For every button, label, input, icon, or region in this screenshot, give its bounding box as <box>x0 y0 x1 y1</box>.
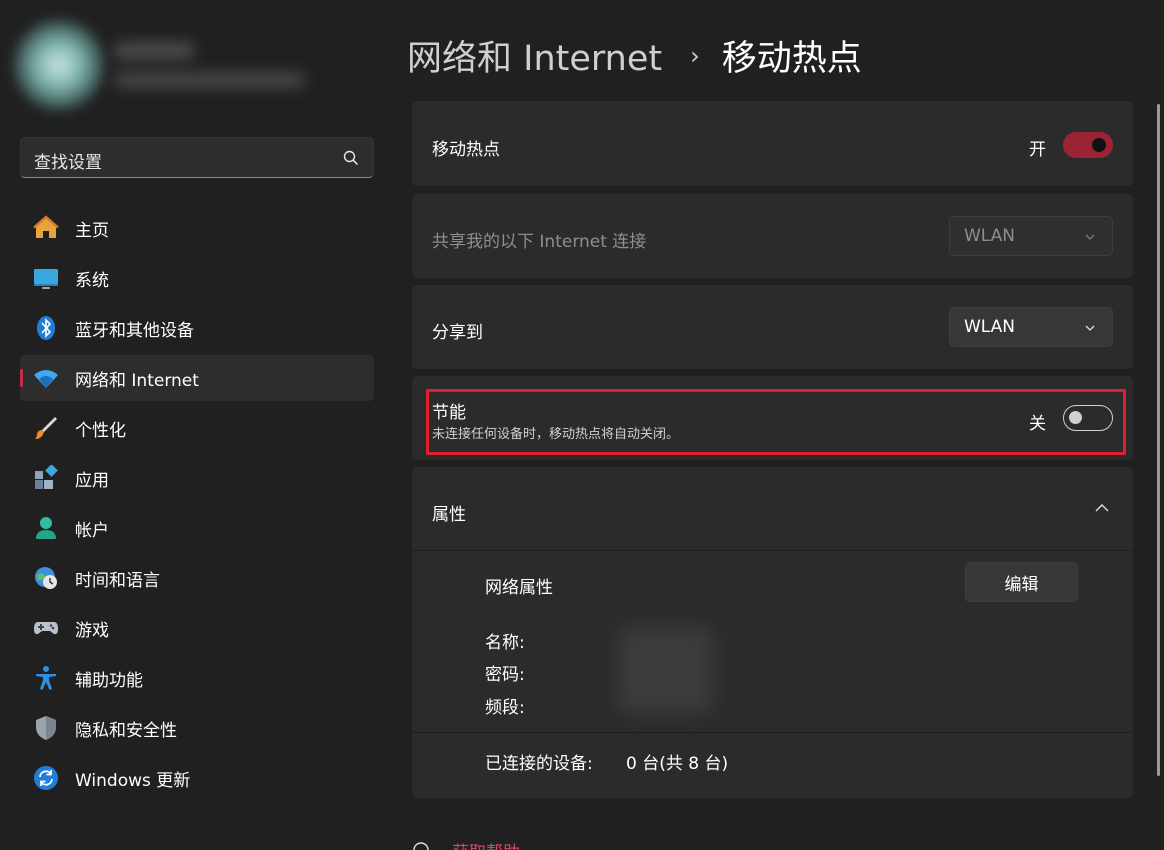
sidebar-item-label: 隐私和安全性 <box>75 720 177 741</box>
connected-devices-value: 0 台(共 8 台) <box>626 754 729 774</box>
toggle-knob <box>1092 138 1106 152</box>
brush-icon <box>33 415 59 441</box>
sidebar-item-accounts[interactable]: 帐户 <box>20 505 374 551</box>
hotspot-label: 移动热点 <box>432 140 500 160</box>
gamepad-icon <box>33 615 59 641</box>
sidebar-nav: 主页 系统 蓝牙和其他设备 网络和 Internet 个性化 应用 帐户 时间和… <box>20 205 374 805</box>
share-to-dropdown[interactable]: WLAN <box>949 307 1113 347</box>
divider <box>412 550 1133 551</box>
sidebar-item-accessibility[interactable]: 辅助功能 <box>20 655 374 701</box>
help-link-row[interactable]: 获取帮助 <box>412 838 520 850</box>
share-from-value: WLAN <box>964 226 1016 246</box>
sidebar-item-windows-update[interactable]: Windows 更新 <box>20 755 374 801</box>
scrollbar[interactable] <box>1157 104 1160 776</box>
shield-icon <box>33 715 59 741</box>
user-email-redacted <box>114 72 304 88</box>
connected-devices-label: 已连接的设备: <box>485 754 593 774</box>
password-label: 密码: <box>485 665 525 685</box>
sidebar-item-label: Windows 更新 <box>75 770 191 791</box>
apps-icon <box>33 465 59 491</box>
band-label: 频段: <box>485 698 525 718</box>
page-title: 移动热点 <box>721 39 862 79</box>
system-icon <box>33 265 59 291</box>
sidebar-item-label: 网络和 Internet <box>75 370 199 391</box>
breadcrumb-separator: › <box>690 41 700 70</box>
chevron-down-icon <box>1085 325 1095 331</box>
share-from-dropdown: WLAN <box>949 216 1113 256</box>
chevron-down-icon <box>1085 234 1095 240</box>
hotspot-card: 移动热点 开 <box>412 101 1133 186</box>
name-label: 名称: <box>485 633 525 653</box>
help-icon <box>413 841 429 850</box>
redacted-values <box>618 627 713 713</box>
search-placeholder: 查找设置 <box>34 153 102 173</box>
help-link[interactable]: 获取帮助 <box>452 838 520 850</box>
sidebar-item-home[interactable]: 主页 <box>20 205 374 251</box>
search-input[interactable]: 查找设置 <box>20 137 374 178</box>
sidebar-item-system[interactable]: 系统 <box>20 255 374 301</box>
share-from-card: 共享我的以下 Internet 连接 WLAN <box>412 194 1133 278</box>
properties-label: 属性 <box>432 505 466 525</box>
sidebar-item-label: 应用 <box>75 470 109 491</box>
share-to-label: 分享到 <box>432 323 483 343</box>
sidebar-item-label: 帐户 <box>75 520 109 541</box>
network-properties-label: 网络属性 <box>485 578 553 598</box>
hotspot-toggle[interactable] <box>1063 132 1113 158</box>
sidebar-item-label: 游戏 <box>75 620 109 641</box>
search-icon <box>343 150 359 166</box>
home-icon <box>33 215 59 241</box>
sidebar-item-label: 系统 <box>75 270 109 291</box>
sidebar-item-label: 个性化 <box>75 420 126 441</box>
sidebar-item-network[interactable]: 网络和 Internet <box>20 355 374 401</box>
sidebar-item-label: 辅助功能 <box>75 670 143 691</box>
time-language-icon <box>33 565 59 591</box>
edit-button[interactable]: 编辑 <box>965 562 1078 602</box>
accessibility-icon <box>33 665 59 691</box>
sidebar-item-label: 主页 <box>75 220 109 241</box>
sidebar-item-gaming[interactable]: 游戏 <box>20 605 374 651</box>
properties-card: 属性 网络属性 编辑 名称: 密码: 频段: 已连接的设备: 0 台(共 8 台… <box>412 467 1133 798</box>
sidebar-item-personalization[interactable]: 个性化 <box>20 405 374 451</box>
share-to-value: WLAN <box>964 317 1016 337</box>
sidebar-item-label: 时间和语言 <box>75 570 160 591</box>
properties-header[interactable]: 属性 <box>412 467 1133 550</box>
sidebar-item-label: 蓝牙和其他设备 <box>75 320 194 341</box>
bluetooth-icon <box>33 315 59 341</box>
sidebar-item-time-language[interactable]: 时间和语言 <box>20 555 374 601</box>
highlight-box <box>426 389 1126 455</box>
user-name-redacted <box>114 42 194 60</box>
user-profile[interactable] <box>14 20 304 120</box>
share-to-card: 分享到 WLAN <box>412 285 1133 369</box>
sidebar-item-privacy[interactable]: 隐私和安全性 <box>20 705 374 751</box>
share-from-label: 共享我的以下 Internet 连接 <box>432 232 647 252</box>
update-icon <box>33 765 59 791</box>
divider <box>412 732 1133 733</box>
sidebar-item-bluetooth[interactable]: 蓝牙和其他设备 <box>20 305 374 351</box>
sidebar-item-apps[interactable]: 应用 <box>20 455 374 501</box>
breadcrumb-parent[interactable]: 网络和 Internet <box>407 30 662 81</box>
chevron-up-icon <box>1095 504 1109 512</box>
avatar <box>14 20 104 110</box>
breadcrumb: 网络和 Internet › 移动热点 <box>407 30 862 81</box>
account-icon <box>33 515 59 541</box>
hotspot-state: 开 <box>1029 140 1046 160</box>
wifi-icon <box>33 365 59 391</box>
